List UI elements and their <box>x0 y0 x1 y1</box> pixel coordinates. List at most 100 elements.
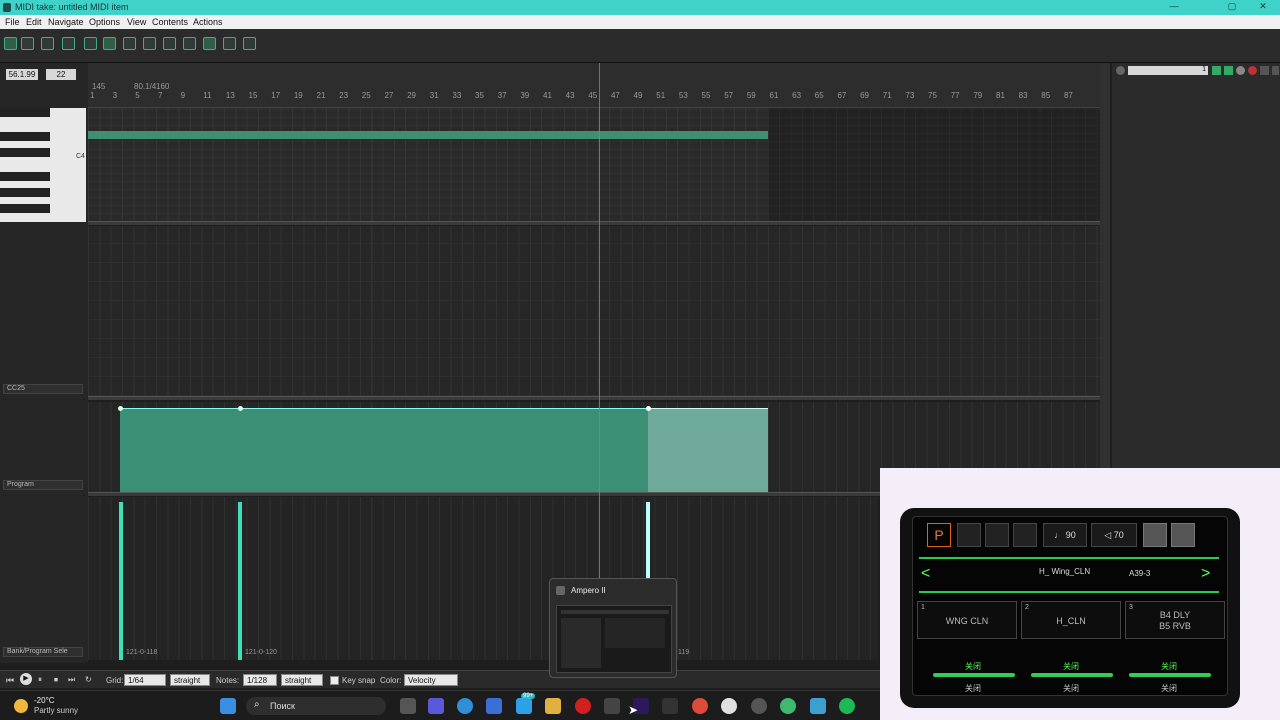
volume-display[interactable]: ◁ 70 <box>1091 523 1137 547</box>
playhead[interactable] <box>599 63 600 660</box>
play-track-icon[interactable] <box>1116 66 1125 75</box>
menu-contents[interactable]: Contents <box>152 17 188 27</box>
chat-icon[interactable] <box>428 698 444 714</box>
menu-navigate[interactable]: Navigate <box>48 17 84 27</box>
program-change-fill[interactable] <box>120 408 648 492</box>
tuner-icon[interactable] <box>1013 523 1037 547</box>
yandex-icon[interactable] <box>721 698 737 714</box>
ampero-icon[interactable] <box>604 698 620 714</box>
menu-actions[interactable]: Actions <box>193 17 223 27</box>
position-field[interactable]: 56.1.99 <box>6 69 38 80</box>
taskbar-thumbnail[interactable]: Ampero II <box>549 578 677 678</box>
draw-mode-icon[interactable] <box>103 37 116 50</box>
program-point[interactable] <box>646 406 651 411</box>
loop-toggle-icon[interactable]: ↻ <box>85 675 92 684</box>
maximize-button[interactable]: ▢ <box>1224 1 1240 14</box>
app-icon[interactable] <box>810 698 826 714</box>
opera-icon[interactable] <box>575 698 591 714</box>
named-notes-view-icon[interactable] <box>21 37 34 50</box>
cc-lane[interactable] <box>88 226 1100 396</box>
bank-program-lane[interactable]: 121-0-118 121-0-120 119 <box>88 497 878 660</box>
edge-icon[interactable] <box>457 698 473 714</box>
app-icon[interactable] <box>751 698 767 714</box>
repeat-icon[interactable] <box>183 37 196 50</box>
track-lock-icon[interactable] <box>1260 66 1269 75</box>
track-eye-icon[interactable] <box>1236 66 1245 75</box>
value-field[interactable]: 22 <box>46 69 76 80</box>
piano-keyboard[interactable]: C4 <box>0 108 86 222</box>
bank-event-bar[interactable] <box>119 502 123 660</box>
amp-icon[interactable] <box>957 523 981 547</box>
event-list-view-icon[interactable] <box>41 37 54 50</box>
notes-select[interactable]: 1/128 <box>243 674 277 686</box>
tempo-display[interactable]: ♩ 90 <box>1043 523 1087 547</box>
track-record-icon[interactable] <box>1248 66 1257 75</box>
minimize-button[interactable]: — <box>1166 1 1182 14</box>
scene-slot-1[interactable]: 1 WNG CLN <box>917 601 1017 639</box>
program-lane-selector[interactable]: Program <box>3 480 83 490</box>
bank-lane-selector[interactable]: Bank/Program Sele <box>3 647 83 657</box>
track-edit-icon[interactable] <box>1224 66 1233 75</box>
mail-icon[interactable] <box>516 698 532 714</box>
program-point[interactable] <box>238 406 243 411</box>
chrome-alt-icon[interactable] <box>780 698 796 714</box>
footswitch-indicator <box>1129 673 1211 677</box>
bank-event-bar[interactable] <box>646 502 650 582</box>
pause-icon[interactable]: ⏸ <box>38 675 42 685</box>
track-more-icon[interactable] <box>1272 66 1279 75</box>
loop-icon[interactable] <box>123 37 136 50</box>
lane-splitter[interactable] <box>88 221 1100 225</box>
menu-view[interactable]: View <box>127 17 146 27</box>
midi-note[interactable] <box>88 131 768 139</box>
speaker-icon: ◁ <box>1104 530 1114 540</box>
lane-splitter[interactable] <box>88 396 1100 400</box>
prev-preset-icon[interactable]: < <box>921 565 930 583</box>
track-visible-icon[interactable] <box>1212 66 1221 75</box>
explorer-icon[interactable] <box>545 698 561 714</box>
edit-icon[interactable] <box>985 523 1009 547</box>
key-snap-checkbox[interactable] <box>330 676 339 685</box>
piano-roll-grid[interactable] <box>88 108 1100 222</box>
store-icon[interactable] <box>486 698 502 714</box>
cc-lane-selector[interactable]: CC25 <box>3 384 83 394</box>
grid-icon[interactable] <box>163 37 176 50</box>
search-box[interactable]: ⌕ Поиск <box>246 697 386 715</box>
scene-slot-2[interactable]: 2 H_CLN <box>1021 601 1121 639</box>
next-preset-icon[interactable]: > <box>1201 565 1210 583</box>
footswitch-label: 关闭 <box>1161 684 1177 693</box>
color-select[interactable]: Velocity <box>404 674 458 686</box>
grid-select[interactable]: 1/64 <box>124 674 166 686</box>
track-name-field[interactable]: 1 <box>1128 66 1208 75</box>
close-button[interactable]: ✕ <box>1255 1 1271 14</box>
save-icon[interactable] <box>1171 523 1195 547</box>
timeline-ruler[interactable]: 145 80.1/4 160 1 3 5 7 9 11 13 15 17 19 21 23 25 27 29… <box>88 63 1100 108</box>
start-icon[interactable] <box>220 698 236 714</box>
step-input-icon[interactable] <box>62 37 75 50</box>
task-view-icon[interactable] <box>400 698 416 714</box>
spotify-icon[interactable] <box>839 698 855 714</box>
patch-icon[interactable]: P <box>927 523 951 547</box>
io-icon[interactable] <box>1143 523 1167 547</box>
play-icon[interactable]: ▶ <box>20 673 32 685</box>
stop-icon[interactable]: ⏹ <box>54 675 58 685</box>
program-point[interactable] <box>118 406 123 411</box>
chrome-icon[interactable] <box>692 698 708 714</box>
reaper-icon[interactable] <box>662 698 678 714</box>
filter-icon[interactable] <box>84 37 97 50</box>
piano-roll-view-icon[interactable] <box>4 37 17 50</box>
notes-mode-select[interactable]: straight <box>281 674 323 686</box>
menu-edit[interactable]: Edit <box>26 17 42 27</box>
channel-icon[interactable] <box>223 37 236 50</box>
menu-options[interactable]: Options <box>89 17 120 27</box>
skip-back-icon[interactable]: ⏮ <box>6 675 14 686</box>
menu-file[interactable]: File <box>5 17 20 27</box>
scene-slot-3[interactable]: 3 B4 DLY B5 RVB <box>1125 601 1225 639</box>
program-change-fill-tail[interactable] <box>648 408 768 492</box>
bank-event-bar[interactable] <box>238 502 242 660</box>
fx-icon[interactable] <box>243 37 256 50</box>
snap-icon[interactable] <box>143 37 156 50</box>
slot-name: WNG CLN <box>945 616 989 626</box>
skip-forward-icon[interactable]: ⏭ <box>68 675 75 685</box>
grid-mode-select[interactable]: straight <box>170 674 210 686</box>
midi-input-icon[interactable] <box>203 37 216 50</box>
